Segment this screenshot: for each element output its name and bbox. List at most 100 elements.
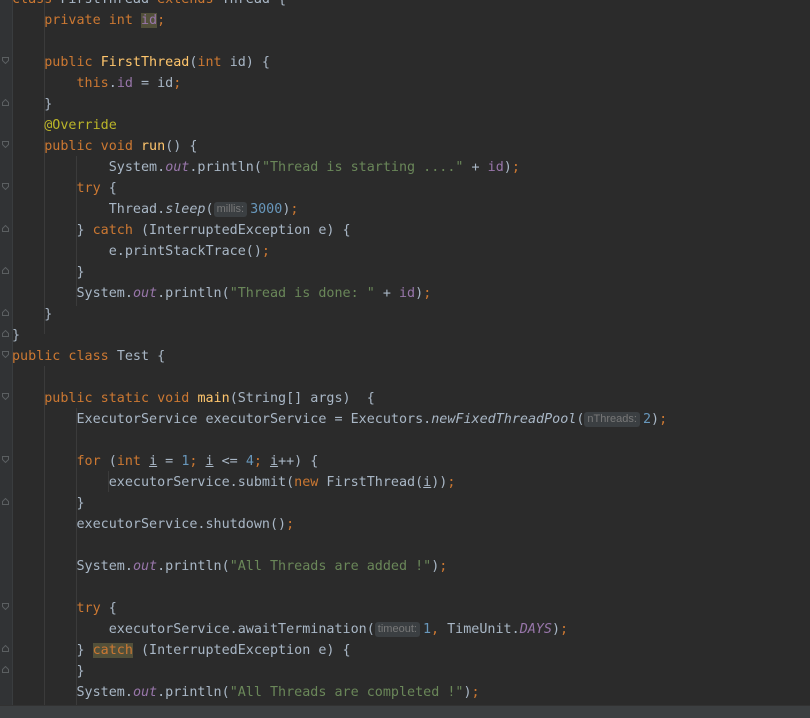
fold-marker-icon[interactable] bbox=[2, 141, 9, 148]
fold-marker-icon[interactable] bbox=[2, 666, 9, 673]
code-token: public class bbox=[12, 349, 117, 364]
code-token: } bbox=[12, 664, 85, 679]
code-line[interactable]: try { bbox=[12, 598, 117, 619]
code-token: e.printStackTrace() bbox=[12, 244, 262, 259]
code-line[interactable]: } bbox=[12, 262, 85, 283]
code-token: catch bbox=[92, 223, 141, 238]
code-token: 1 bbox=[422, 622, 431, 637]
code-line[interactable]: ExecutorService executorService = Execut… bbox=[12, 409, 667, 430]
code-token: ) bbox=[651, 412, 660, 427]
code-line[interactable]: private int id; bbox=[12, 10, 165, 31]
horizontal-scrollbar[interactable] bbox=[0, 705, 810, 718]
code-token: .println( bbox=[157, 286, 230, 301]
code-token: } bbox=[12, 265, 85, 280]
code-line[interactable]: Thread.sleep(millis: 3000); bbox=[12, 199, 298, 220]
fold-marker-icon[interactable] bbox=[2, 351, 9, 358]
fold-marker-icon[interactable] bbox=[2, 603, 9, 610]
code-token: + bbox=[463, 160, 488, 175]
code-token: ) bbox=[551, 622, 560, 637]
code-token: try bbox=[76, 601, 109, 616]
code-token: for bbox=[76, 454, 109, 469]
code-line[interactable]: System.out.println("Thread is starting .… bbox=[12, 157, 520, 178]
fold-marker-icon[interactable] bbox=[2, 393, 9, 400]
code-line[interactable]: executorService.shutdown(); bbox=[12, 514, 294, 535]
code-token: ; bbox=[290, 202, 299, 217]
code-line[interactable]: class FirstThread extends Thread { bbox=[12, 0, 286, 10]
fold-marker-icon[interactable] bbox=[2, 99, 9, 106]
fold-marker-icon[interactable] bbox=[2, 225, 9, 232]
code-token: id bbox=[116, 76, 133, 91]
code-token: ; bbox=[423, 286, 432, 301]
code-line[interactable]: System.out.println("Thread is done: " + … bbox=[12, 283, 431, 304]
code-token: TimeUnit. bbox=[447, 622, 520, 637]
code-token: } bbox=[12, 643, 93, 658]
code-token: public static void bbox=[44, 391, 198, 406]
fold-marker-icon[interactable] bbox=[2, 456, 9, 463]
code-token: executorService.submit( bbox=[12, 475, 295, 490]
code-token: ) bbox=[415, 286, 424, 301]
code-line[interactable]: executorService.submit(new FirstThread(i… bbox=[12, 472, 456, 493]
code-line[interactable]: } bbox=[12, 325, 20, 346]
fold-marker-icon[interactable] bbox=[2, 309, 9, 316]
code-line[interactable]: public static void main(String[] args) { bbox=[12, 388, 375, 409]
code-token: id) { bbox=[229, 55, 270, 70]
parameter-hint: timeout: bbox=[374, 622, 420, 637]
code-line[interactable]: this.id = id; bbox=[12, 73, 182, 94]
code-token: "All Threads are added !" bbox=[229, 559, 432, 574]
code-line[interactable]: } catch (InterruptedException e) { bbox=[12, 640, 351, 661]
code-line[interactable]: for (int i = 1; i <= 4; i++) { bbox=[12, 451, 319, 472]
code-token: Thread. bbox=[12, 202, 166, 217]
code-line[interactable]: public void run() { bbox=[12, 136, 197, 157]
code-token: .println( bbox=[157, 685, 230, 700]
code-token: i bbox=[149, 454, 158, 469]
code-token: "Thread is done: " bbox=[229, 286, 375, 301]
code-line[interactable]: } bbox=[12, 304, 52, 325]
code-token: FirstThread bbox=[100, 55, 190, 70]
code-token: (InterruptedException e) { bbox=[141, 223, 351, 238]
code-line[interactable]: } bbox=[12, 94, 52, 115]
code-token: ; bbox=[439, 559, 448, 574]
code-token: ( bbox=[108, 454, 117, 469]
code-token: newFixedThreadPool bbox=[431, 412, 577, 427]
fold-marker-icon[interactable] bbox=[2, 330, 9, 337]
code-line[interactable]: public FirstThread(int id) { bbox=[12, 52, 270, 73]
code-line[interactable]: } bbox=[12, 493, 85, 514]
code-token: new bbox=[294, 475, 327, 490]
code-token: ++) { bbox=[278, 454, 319, 469]
code-token: out bbox=[132, 685, 158, 700]
code-token: ; bbox=[659, 412, 668, 427]
code-editor[interactable]: class FirstThread extends Thread { priva… bbox=[0, 0, 810, 705]
code-token: System. bbox=[12, 685, 133, 700]
fold-marker-icon[interactable] bbox=[2, 645, 9, 652]
code-token: } bbox=[12, 496, 85, 511]
code-token: Thread { bbox=[214, 0, 287, 7]
code-line[interactable]: e.printStackTrace(); bbox=[12, 241, 270, 262]
code-token: } bbox=[12, 97, 53, 112]
code-token: FirstThread bbox=[52, 0, 157, 7]
code-line[interactable]: } catch (InterruptedException e) { bbox=[12, 220, 351, 241]
code-line[interactable]: @Override bbox=[12, 115, 117, 136]
fold-marker-icon[interactable] bbox=[2, 183, 9, 190]
fold-marker-icon[interactable] bbox=[2, 267, 9, 274]
code-token: ; bbox=[511, 160, 520, 175]
code-line[interactable]: executorService.awaitTermination(timeout… bbox=[12, 619, 568, 640]
code-token: System. bbox=[12, 286, 133, 301]
fold-marker-icon[interactable] bbox=[2, 498, 9, 505]
code-line[interactable]: System.out.println("All Threads are adde… bbox=[12, 556, 447, 577]
code-token: public void bbox=[44, 139, 141, 154]
code-line[interactable]: public class Test { bbox=[12, 346, 165, 367]
code-line[interactable]: System.out.println("All Threads are comp… bbox=[12, 682, 479, 703]
code-token: <= bbox=[213, 454, 246, 469]
code-token: "Thread is starting ...." bbox=[261, 160, 464, 175]
code-token: ; bbox=[560, 622, 569, 637]
code-line[interactable]: try { bbox=[12, 178, 117, 199]
code-token: ; bbox=[173, 76, 182, 91]
code-line[interactable]: } bbox=[12, 661, 85, 682]
code-token: executorService.shutdown() bbox=[12, 517, 287, 532]
code-token: i bbox=[270, 454, 279, 469]
fold-marker-icon[interactable] bbox=[2, 57, 9, 64]
parameter-hint: millis: bbox=[213, 202, 248, 217]
